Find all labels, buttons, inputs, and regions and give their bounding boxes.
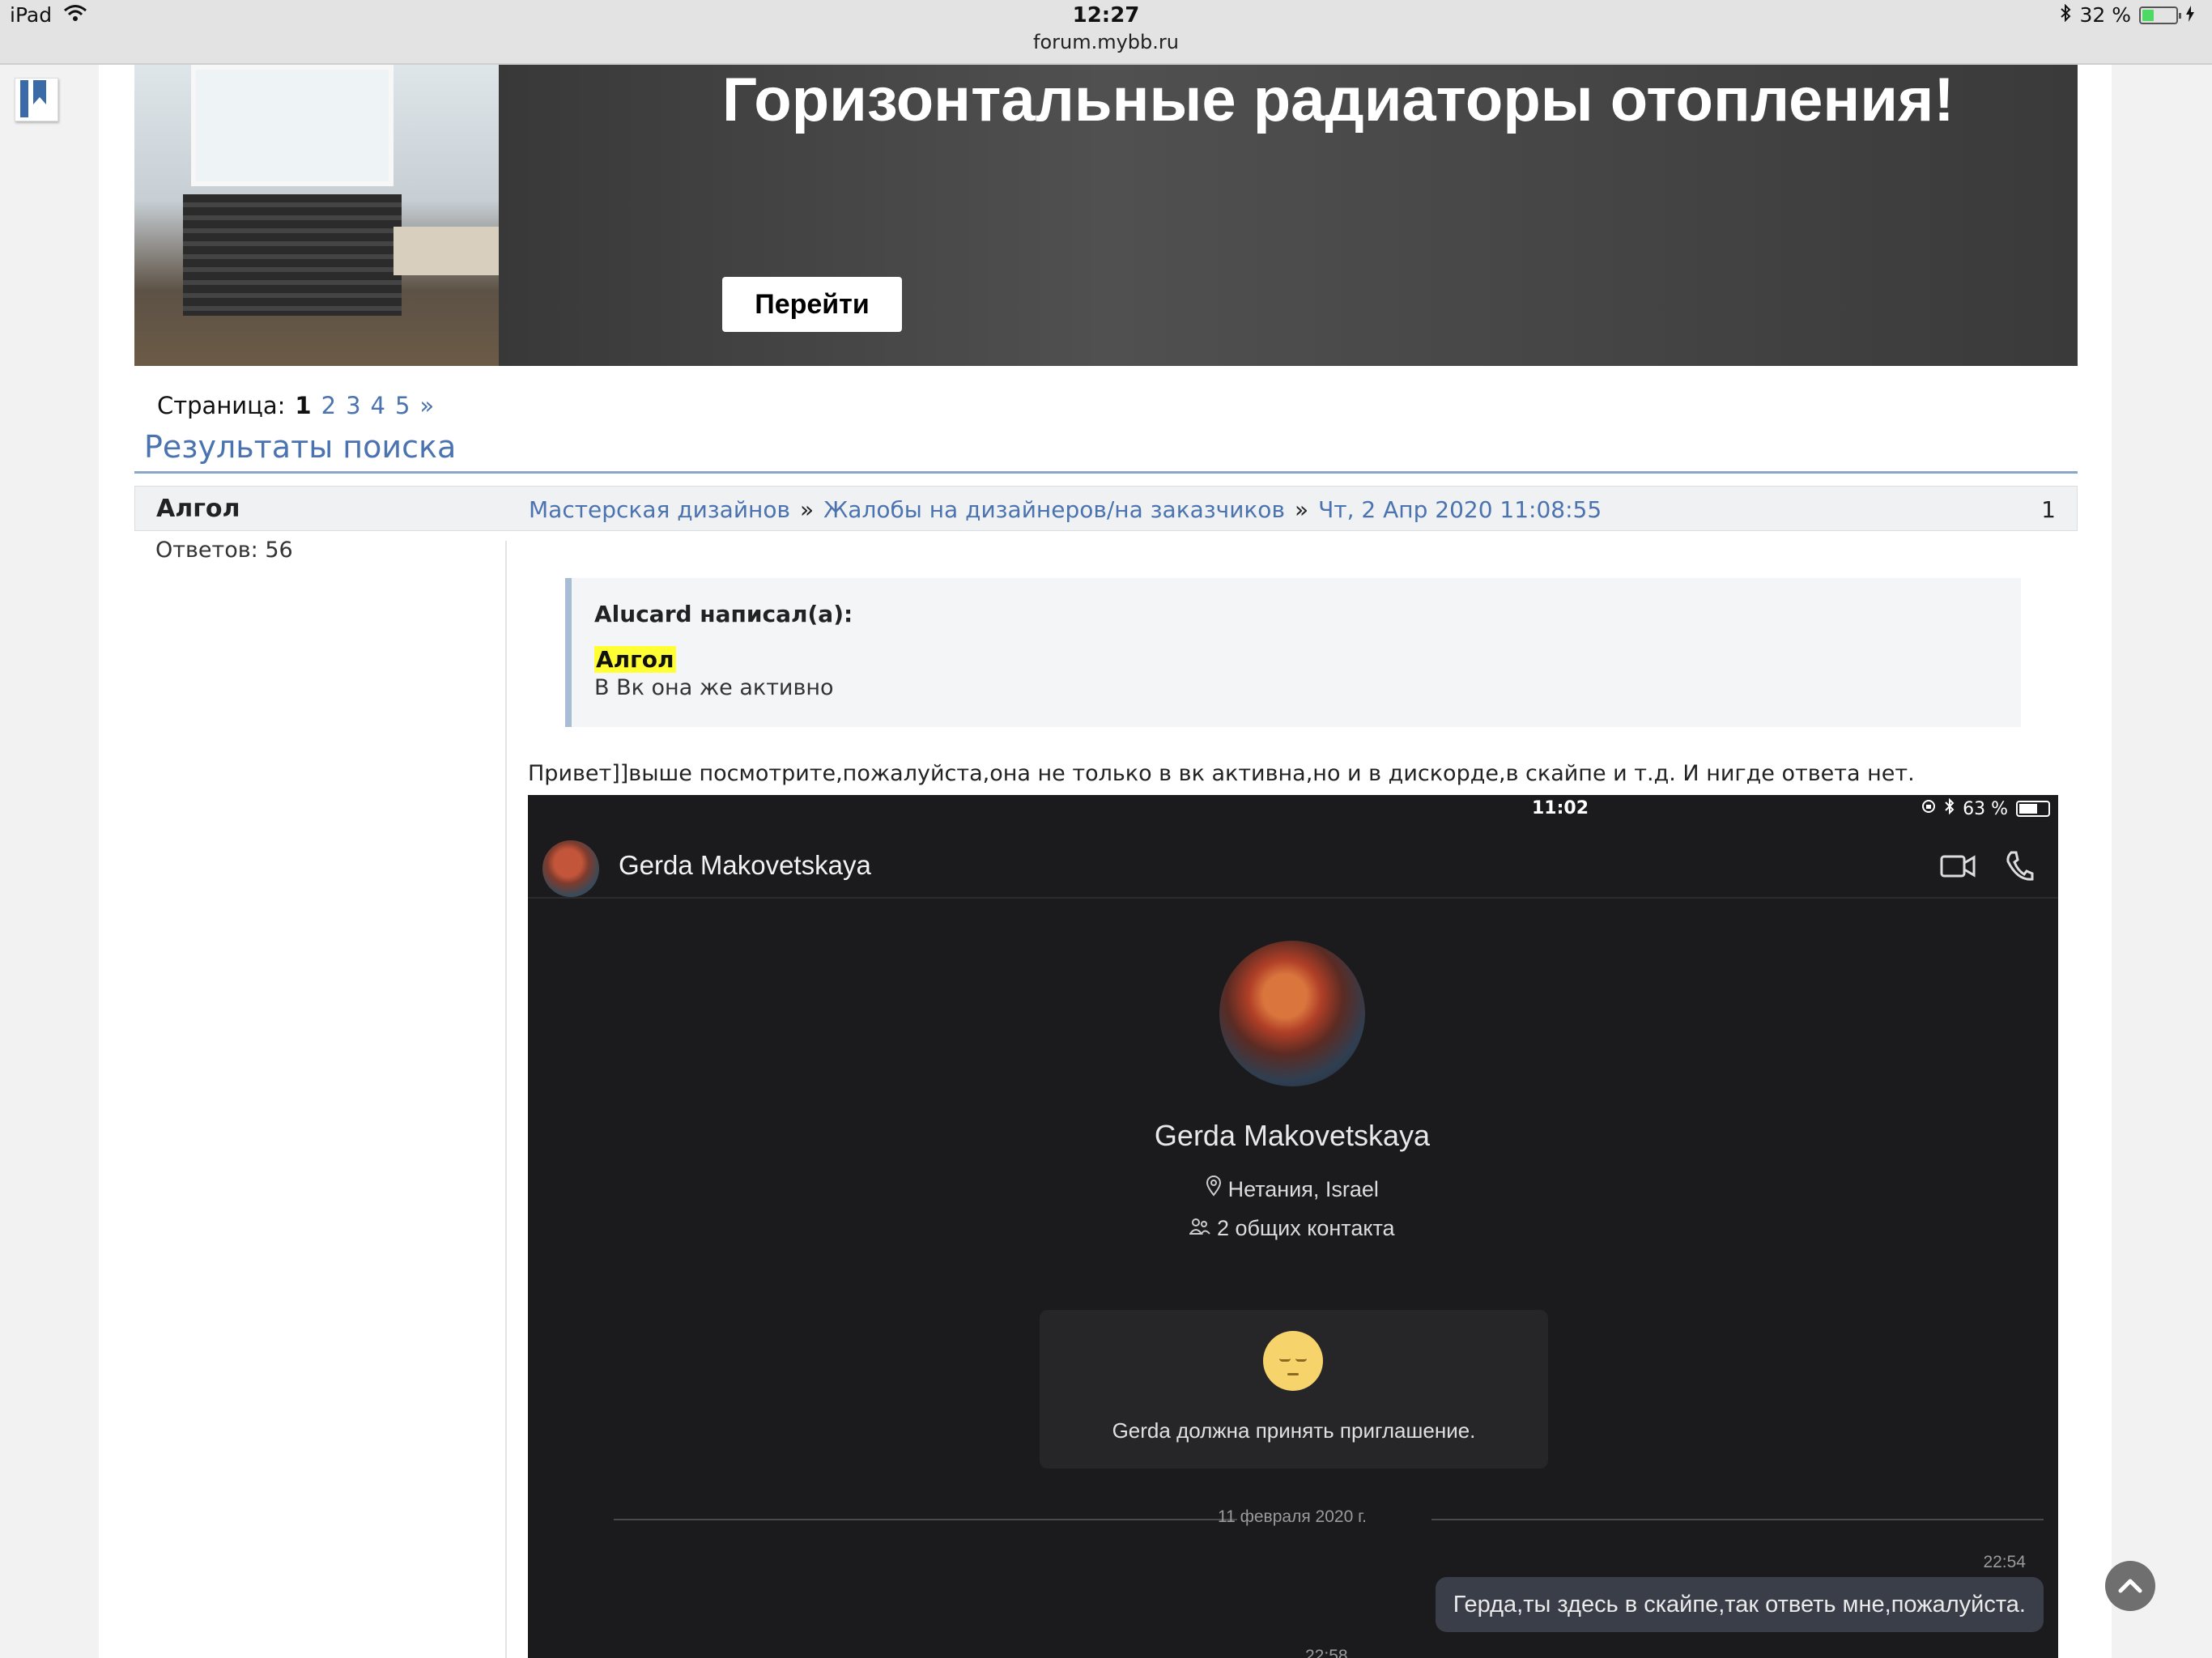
relieved-face-icon bbox=[1263, 1331, 1323, 1391]
profile-name: Gerda Makovetskaya bbox=[1154, 1119, 1431, 1152]
profile-avatar bbox=[1219, 941, 1365, 1086]
chat-date: 11 февраля 2020 г. bbox=[1217, 1507, 1368, 1526]
location-pin-icon bbox=[1206, 1175, 1228, 1201]
screenshot-battery-percent: 63 % bbox=[1963, 798, 2008, 819]
profile-location: Нетания, Israel bbox=[528, 1175, 2057, 1202]
divider bbox=[505, 541, 507, 1658]
chevron-up-icon bbox=[2118, 1579, 2142, 1593]
address-url[interactable]: forum.mybb.ru bbox=[0, 31, 2212, 53]
mutual-contacts: 2 общих контакта bbox=[528, 1216, 2057, 1241]
attached-screenshot[interactable]: 11:02 63 % Gerda Makovetskaya Gerda Mako… bbox=[528, 795, 2058, 1658]
bookmark-icon[interactable] bbox=[15, 78, 58, 121]
page-next-link[interactable]: » bbox=[419, 392, 434, 419]
ad-title: Горизонтальные радиаторы отопления! bbox=[722, 66, 1955, 134]
page-link-3[interactable]: 3 bbox=[346, 392, 360, 419]
battery-icon bbox=[2139, 6, 2181, 24]
charging-icon bbox=[2186, 3, 2194, 27]
pagination-label: Страница: bbox=[157, 392, 286, 419]
divider bbox=[134, 471, 2078, 474]
quote-highlight-name: Алгол bbox=[594, 646, 676, 673]
phone-icon bbox=[2005, 850, 2034, 882]
screenshot-status-right: 63 % bbox=[1921, 797, 2050, 819]
bluetooth-icon bbox=[2060, 3, 2071, 27]
message-bubble: Герда,ты здесь в скайпе,так ответь мне,п… bbox=[1435, 1577, 2044, 1632]
breadcrumb-separator: » bbox=[799, 496, 815, 523]
mutual-contacts-text: 2 общих контакта bbox=[1216, 1216, 1395, 1240]
video-call-icon bbox=[1940, 852, 1976, 881]
scroll-top-button[interactable] bbox=[2105, 1561, 2155, 1611]
message-time: 22:54 bbox=[1983, 1553, 2026, 1571]
avatar bbox=[542, 840, 599, 897]
breadcrumb-topic[interactable]: Жалобы на дизайнеров/на заказчиков bbox=[823, 496, 1285, 523]
quote-block: Alucard написал(а): Алгол В Вк она же ак… bbox=[565, 578, 2021, 727]
post-header: Алгол Мастерская дизайнов » Жалобы на ди… bbox=[134, 486, 2078, 531]
breadcrumb-separator: » bbox=[1294, 496, 1309, 523]
contacts-icon bbox=[1189, 1216, 1217, 1240]
status-time: 12:27 bbox=[1072, 3, 1140, 28]
chat-header: Gerda Makovetskaya bbox=[528, 834, 2058, 899]
status-right: 32 % bbox=[2060, 3, 2194, 27]
quote-text: В Вк она же активно bbox=[594, 675, 834, 700]
page-current: 1 bbox=[295, 392, 312, 419]
radiator-photo bbox=[134, 65, 499, 366]
results-title: Результаты поиска bbox=[144, 429, 457, 465]
ad-go-button[interactable]: Перейти bbox=[722, 277, 902, 332]
screenshot-status-time: 11:02 bbox=[1531, 798, 1589, 818]
page-link-5[interactable]: 5 bbox=[395, 392, 410, 419]
battery-percent: 32 % bbox=[2079, 3, 2131, 27]
page-link-2[interactable]: 2 bbox=[321, 392, 336, 419]
location-text: Нетания, Israel bbox=[1227, 1177, 1379, 1201]
author-replies-count: Ответов: 56 bbox=[155, 538, 293, 563]
message-time: 22:58 bbox=[1305, 1647, 1348, 1658]
status-bar: iPad 12:27 forum.mybb.ru 32 % bbox=[0, 0, 2212, 65]
page-link-4[interactable]: 4 bbox=[371, 392, 385, 419]
quote-author: Alucard написал(а): bbox=[594, 601, 853, 627]
battery-icon bbox=[2016, 801, 2050, 817]
pagination: Страница: 1 2 3 4 5 » bbox=[157, 392, 434, 419]
post-author[interactable]: Алгол bbox=[156, 495, 240, 523]
post-date-link[interactable]: Чт, 2 Апр 2020 11:08:55 bbox=[1318, 496, 1602, 523]
orientation-lock-icon bbox=[1921, 798, 1937, 819]
ad-banner[interactable]: Горизонтальные радиаторы отопления! Пере… bbox=[134, 65, 2078, 366]
bluetooth-icon bbox=[1945, 797, 1955, 819]
invite-text: Gerda должна принять приглашение. bbox=[1112, 1418, 1476, 1443]
post-text: Привет]]выше посмотрите,пожалуйста,она н… bbox=[528, 761, 1915, 786]
invite-card: Gerda должна принять приглашение. bbox=[1040, 1310, 1548, 1469]
breadcrumb-forum[interactable]: Мастерская дизайнов bbox=[529, 496, 790, 523]
breadcrumb: Мастерская дизайнов » Жалобы на дизайнер… bbox=[529, 496, 1602, 523]
chat-contact-name: Gerda Makovetskaya bbox=[619, 850, 871, 880]
post-number: 1 bbox=[2041, 496, 2056, 523]
